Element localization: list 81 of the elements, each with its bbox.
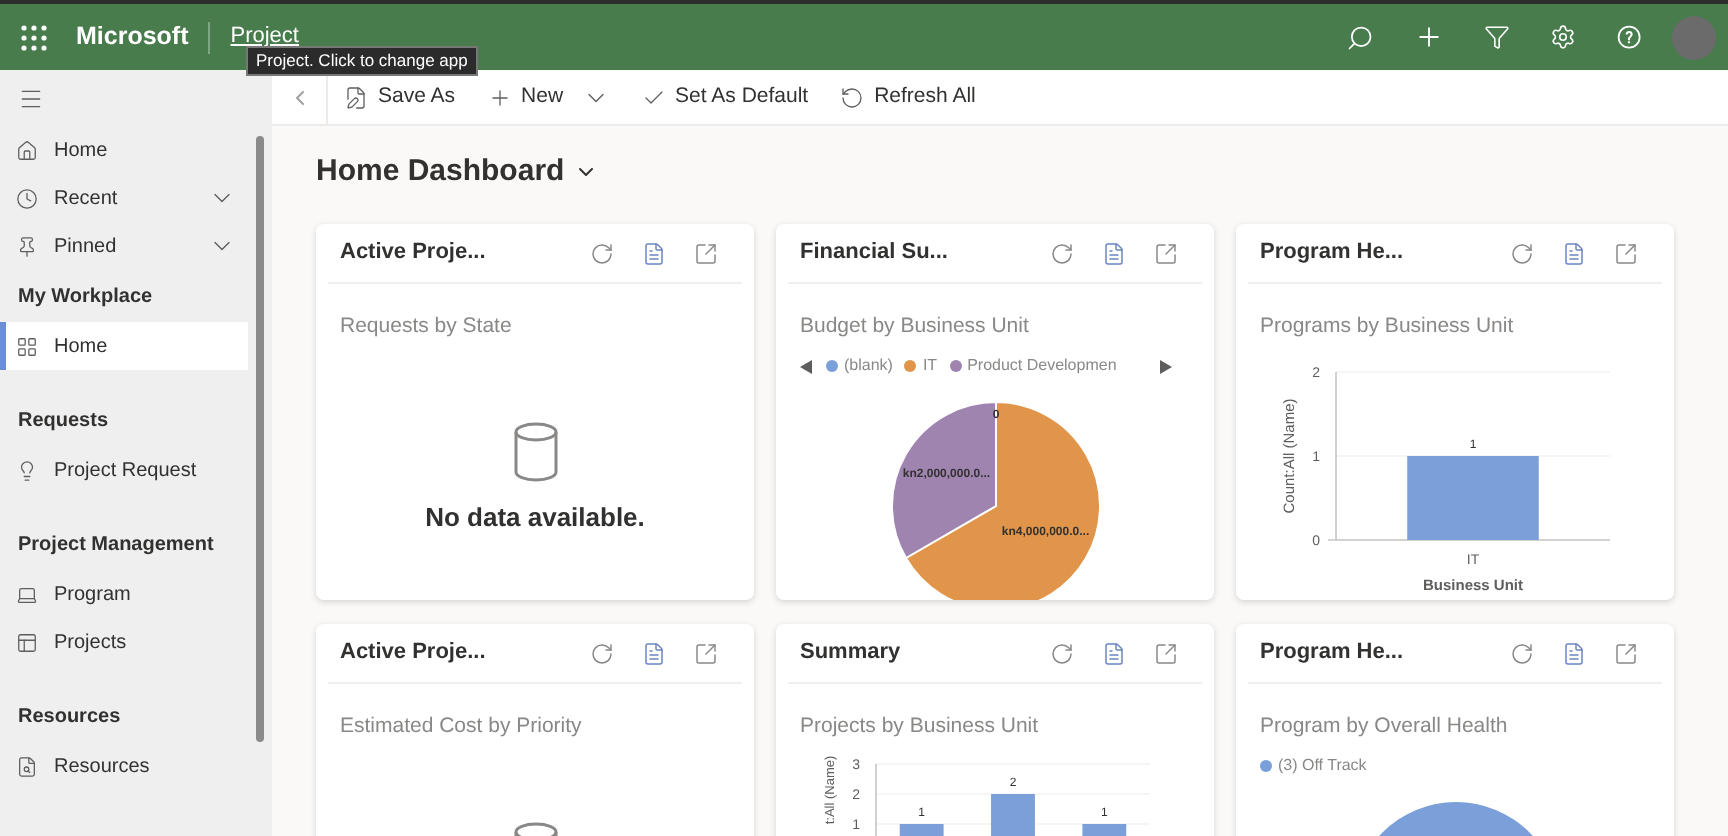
command-button[interactable]: New (471, 77, 626, 117)
refresh-icon[interactable] (590, 641, 614, 665)
app-launcher-icon[interactable] (20, 23, 48, 51)
document-icon[interactable] (1102, 641, 1126, 665)
command-icon (840, 85, 865, 109)
expand-icon[interactable] (1614, 241, 1638, 265)
command-button[interactable]: Save As (328, 77, 472, 117)
section-heading: My Workplace (18, 283, 153, 311)
refresh-icon[interactable] (1510, 641, 1534, 665)
next-icon[interactable] (1160, 359, 1172, 373)
section-heading: Requests (18, 407, 109, 435)
chart-title: Projects by Business Unit (800, 714, 1039, 738)
document-icon[interactable] (642, 241, 666, 265)
nav-icon (16, 755, 38, 777)
chart-title: Estimated Cost by Priority (340, 714, 582, 738)
command-icon (344, 85, 368, 109)
expand-icon[interactable] (1154, 241, 1178, 265)
legend-label: (blank) (844, 354, 893, 378)
search-icon[interactable] (1346, 23, 1374, 51)
nav-item[interactable]: Pinned (0, 222, 272, 270)
expand-icon[interactable] (694, 241, 718, 265)
command-icon (487, 85, 512, 109)
expand-icon[interactable] (1154, 641, 1178, 665)
filter-icon[interactable] (1484, 24, 1510, 50)
refresh-icon[interactable] (1050, 641, 1074, 665)
nav-icon (16, 459, 38, 481)
nav-item[interactable]: Resources (0, 742, 248, 790)
nav-icon (16, 631, 38, 653)
command-button[interactable]: Refresh All (824, 77, 992, 117)
section-heading: Resources (18, 703, 121, 731)
nav-item[interactable]: Home (0, 126, 272, 174)
nav-item[interactable]: Home (0, 322, 248, 370)
chart-title: Programs by Business Unit (1260, 314, 1514, 338)
expand-icon[interactable] (694, 641, 718, 665)
bar (899, 824, 944, 836)
scrollbar[interactable] (256, 136, 264, 742)
bar (1407, 456, 1539, 540)
nav-icon (16, 335, 38, 357)
section-heading: Project Management (18, 531, 214, 559)
document-icon[interactable] (1562, 241, 1586, 265)
tooltip: Project. Click to change app (246, 46, 478, 75)
legend-label: Product Developmen (967, 354, 1117, 378)
nav-item[interactable]: Recent (0, 174, 272, 222)
refresh-icon[interactable] (1050, 241, 1074, 265)
previous-icon[interactable] (800, 359, 812, 373)
database-icon (511, 422, 559, 482)
legend-label: (3) Off Track (1278, 754, 1367, 778)
document-icon[interactable] (1562, 641, 1586, 665)
y-axis (875, 763, 877, 836)
expand-icon[interactable] (1614, 641, 1638, 665)
chart-title: Program by Overall Health (1260, 714, 1508, 738)
nav-item[interactable]: Program (0, 570, 248, 618)
nav-item[interactable]: Projects (0, 618, 248, 666)
nav-item[interactable]: Project Request (0, 446, 248, 494)
brand-name[interactable]: Microsoft (76, 18, 189, 56)
bar (1082, 824, 1127, 836)
menu-icon[interactable] (18, 85, 44, 111)
refresh-icon[interactable] (590, 241, 614, 265)
chart-title: Requests by State (340, 314, 512, 338)
refresh-icon[interactable] (1510, 241, 1534, 265)
dashboard-selector[interactable]: Home Dashboard (316, 150, 1728, 194)
card-title: Program He... (1260, 238, 1406, 269)
card-title: Summary (800, 638, 903, 669)
chart-title: Budget by Business Unit (800, 314, 1029, 338)
nav-icon (16, 583, 38, 605)
command-button[interactable]: Set As Default (625, 77, 825, 117)
card-title: Active Proje... (340, 638, 488, 669)
nav-icon (16, 139, 38, 161)
empty-message: No data available. (425, 500, 645, 536)
bar (991, 794, 1035, 836)
document-icon[interactable] (642, 641, 666, 665)
nav-icon (16, 187, 38, 209)
card-title: Financial Su... (800, 238, 950, 269)
legend-label: IT (922, 354, 938, 378)
card-title: Active Proje... (340, 238, 488, 269)
help-icon[interactable] (1616, 23, 1644, 51)
settings-icon[interactable] (1550, 24, 1576, 50)
new-icon[interactable] (1414, 22, 1444, 52)
card-title: Program He... (1260, 638, 1406, 669)
document-icon[interactable] (1102, 241, 1126, 265)
nav-icon (16, 235, 38, 257)
